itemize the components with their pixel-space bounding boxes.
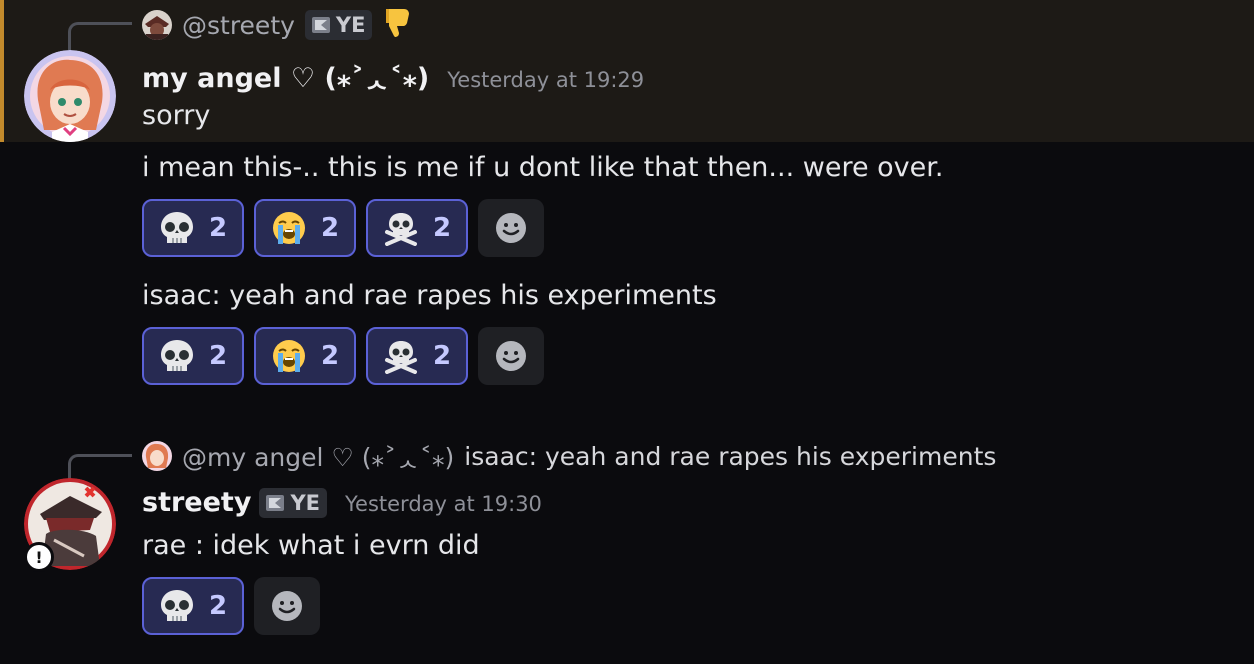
avatar-my-angel[interactable] [24,50,116,142]
message-text: sorry [142,100,211,131]
smiley-icon [496,213,526,243]
skull-crossbones-icon [383,338,419,374]
timestamp[interactable]: Yesterday at 19:30 [345,492,542,516]
guild-tag-label: YE [335,13,366,37]
add-reaction-button[interactable] [254,577,320,635]
message-header: streety YE Yesterday at 19:30 [142,486,542,518]
username[interactable]: streety [142,487,251,518]
skull-icon [159,210,195,246]
status-badge: ! [24,542,54,572]
username[interactable]: my angel ♡ (⁎˃ᆺ˂⁎) [142,56,429,95]
message-header: my angel ♡ (⁎˃ᆺ˂⁎) Yesterday at 19:29 [142,56,644,95]
reply-username[interactable]: @my angel ♡ (⁎˃ᆺ˂⁎) [182,438,454,474]
reaction-count: 2 [432,213,452,243]
reply-connector [68,22,132,50]
reaction-count: 2 [320,341,340,371]
reply-avatar [142,10,172,40]
add-reaction-button[interactable] [478,327,544,385]
reaction-bar: 2 2 2 [142,199,544,257]
reply-header[interactable]: @streety YE [142,8,414,42]
reaction-bar: 2 2 2 [142,327,544,385]
skull-icon [159,588,195,624]
guild-tag-label: YE [290,491,320,515]
guild-tag[interactable]: YE [259,488,327,518]
reaction-loudly-crying[interactable]: 2 [254,327,356,385]
reply-username[interactable]: @streety [182,11,295,40]
chat-view: @streety YE my angel ♡ (⁎˃ᆺ˂⁎) Yesterday… [0,0,1254,664]
reply-connector [68,454,132,480]
reply-preview-text[interactable]: isaac: yeah and rae rapes his experiment… [464,442,996,471]
reply-header[interactable]: @my angel ♡ (⁎˃ᆺ˂⁎) isaac: yeah and rae … [142,439,996,473]
smiley-icon [272,591,302,621]
reaction-count: 2 [208,213,228,243]
guild-tag[interactable]: YE [304,10,373,40]
message-text: rae : idek what i evrn did [142,530,480,561]
skull-icon [159,338,195,374]
reaction-skull[interactable]: 2 [142,199,244,257]
loudly-crying-face-icon [271,338,307,374]
tag-icon [311,17,330,33]
add-reaction-button[interactable] [478,199,544,257]
reaction-skull-crossbones[interactable]: 2 [366,327,468,385]
reaction-count: 2 [208,591,228,621]
reply-avatar [142,441,172,471]
reaction-skull-crossbones[interactable]: 2 [366,199,468,257]
reaction-loudly-crying[interactable]: 2 [254,199,356,257]
thumbs-down-icon [380,5,414,45]
timestamp[interactable]: Yesterday at 19:29 [447,68,644,92]
reaction-skull[interactable]: 2 [142,327,244,385]
loudly-crying-face-icon [271,210,307,246]
skull-crossbones-icon [383,210,419,246]
message-text: isaac: yeah and rae rapes his experiment… [142,280,717,311]
reaction-count: 2 [320,213,340,243]
reaction-count: 2 [208,341,228,371]
tag-icon [266,495,285,511]
reaction-skull[interactable]: 2 [142,577,244,635]
message-text: i mean this-.. this is me if u dont like… [142,152,944,183]
smiley-icon [496,341,526,371]
reaction-bar: 2 [142,577,320,635]
reaction-count: 2 [432,341,452,371]
